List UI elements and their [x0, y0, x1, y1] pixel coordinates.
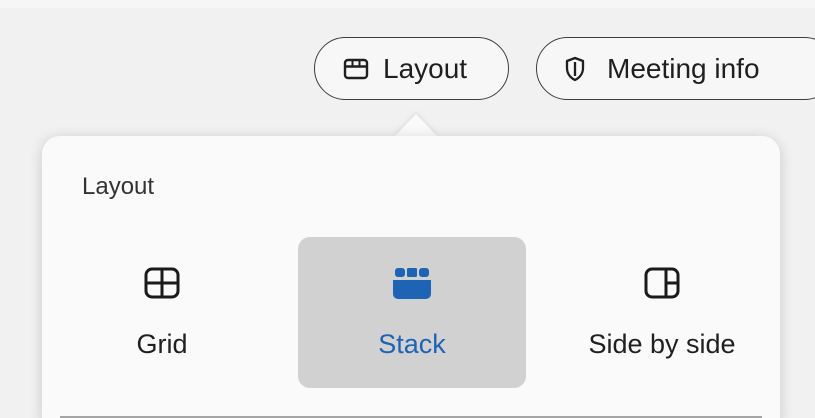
layout-option-grid[interactable]: Grid — [48, 237, 276, 388]
popover-caret — [394, 114, 438, 137]
side-by-side-icon — [644, 262, 680, 304]
layout-option-stack[interactable]: Stack — [298, 237, 526, 388]
meeting-window: Layout Meeting info Layout Grid Stack Si… — [0, 0, 815, 418]
layout-button-label: Layout — [383, 52, 468, 84]
layout-option-label: Grid — [136, 329, 188, 359]
layout-button[interactable]: Layout — [314, 37, 509, 100]
meeting-info-button-label: Meeting info — [607, 52, 760, 84]
popover-title: Layout — [82, 173, 155, 200]
meeting-info-button[interactable]: Meeting info — [536, 37, 815, 100]
stack-icon — [392, 262, 432, 304]
layout-icon — [343, 58, 369, 80]
top-strip — [0, 0, 815, 8]
layout-popover: Layout Grid Stack Side by side — [42, 136, 780, 418]
layout-option-label: Stack — [378, 329, 446, 359]
layout-option-side-by-side[interactable]: Side by side — [548, 237, 776, 388]
layout-option-label: Side by side — [588, 329, 736, 359]
shield-icon — [565, 56, 585, 82]
grid-icon — [144, 262, 180, 304]
